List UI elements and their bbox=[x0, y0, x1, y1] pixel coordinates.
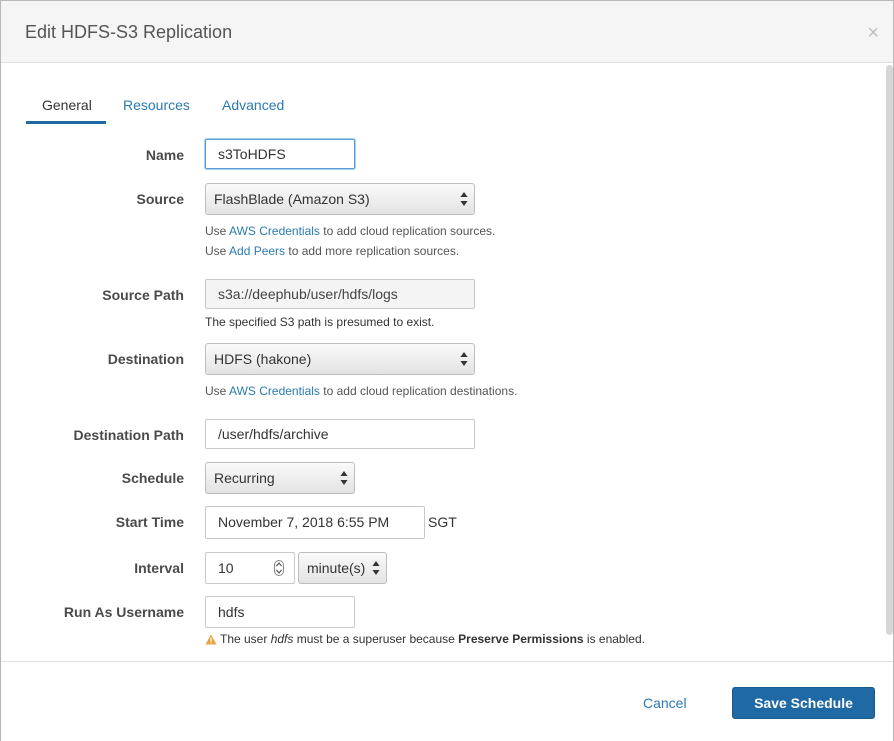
run-as-warning: The user hdfs must be a superuser becaus… bbox=[205, 632, 645, 646]
warning-username: hdfs bbox=[270, 632, 294, 646]
destination-select-value: HDFS (hakone) bbox=[214, 351, 312, 367]
close-icon[interactable]: × bbox=[867, 23, 879, 43]
dialog-footer: Cancel Save Schedule bbox=[1, 661, 893, 741]
source-path-help: The specified S3 path is presumed to exi… bbox=[205, 315, 435, 329]
tab-resources[interactable]: Resources bbox=[123, 97, 190, 113]
stepper-icon[interactable] bbox=[274, 560, 284, 576]
start-time-label: Start Time bbox=[115, 514, 184, 530]
interval-unit-value: minute(s) bbox=[307, 560, 366, 576]
schedule-select[interactable]: Recurring bbox=[205, 462, 355, 494]
destination-select[interactable]: HDFS (hakone) bbox=[205, 343, 475, 375]
edit-replication-dialog: Edit HDFS-S3 Replication × General Resou… bbox=[0, 0, 894, 741]
name-input[interactable]: s3ToHDFS bbox=[205, 139, 355, 169]
source-label: Source bbox=[136, 191, 184, 207]
destination-help: Use AWS Credentials to add cloud replica… bbox=[205, 384, 518, 398]
run-as-input[interactable]: hdfs bbox=[205, 596, 355, 628]
destination-path-label: Destination Path bbox=[73, 427, 184, 443]
interval-value: 10 bbox=[218, 560, 234, 576]
interval-input[interactable]: 10 bbox=[205, 552, 295, 584]
warning-icon bbox=[205, 634, 217, 645]
select-arrows-icon bbox=[460, 192, 468, 206]
source-help-aws: Use AWS Credentials to add cloud replica… bbox=[205, 224, 496, 238]
source-path-input[interactable]: s3a://deephub/user/hdfs/logs bbox=[205, 279, 475, 309]
schedule-select-value: Recurring bbox=[214, 470, 275, 486]
start-time-input[interactable]: November 7, 2018 6:55 PM bbox=[205, 506, 425, 539]
tab-general[interactable]: General bbox=[42, 97, 92, 113]
cancel-button[interactable]: Cancel bbox=[643, 695, 687, 711]
save-schedule-button[interactable]: Save Schedule bbox=[732, 687, 875, 719]
name-label: Name bbox=[145, 147, 184, 163]
select-arrows-icon bbox=[340, 471, 348, 485]
interval-label: Interval bbox=[134, 560, 184, 576]
preserve-permissions-text: Preserve Permissions bbox=[458, 632, 584, 646]
aws-credentials-link[interactable]: AWS Credentials bbox=[229, 224, 320, 238]
destination-path-input[interactable]: /user/hdfs/archive bbox=[205, 419, 475, 449]
tab-bar: General Resources Advanced bbox=[26, 91, 566, 127]
dialog-header: Edit HDFS-S3 Replication × bbox=[1, 1, 893, 63]
source-path-label: Source Path bbox=[102, 287, 184, 303]
source-select[interactable]: FlashBlade (Amazon S3) bbox=[205, 183, 475, 215]
run-as-label: Run As Username bbox=[63, 604, 184, 620]
destination-label: Destination bbox=[107, 351, 184, 367]
timezone-label: SGT bbox=[428, 514, 457, 530]
source-select-value: FlashBlade (Amazon S3) bbox=[214, 191, 370, 207]
tab-advanced[interactable]: Advanced bbox=[222, 97, 284, 113]
scrollbar[interactable] bbox=[886, 65, 893, 635]
interval-unit-select[interactable]: minute(s) bbox=[298, 552, 387, 584]
dialog-body: General Resources Advanced Name s3ToHDFS… bbox=[1, 63, 893, 661]
select-arrows-icon bbox=[372, 561, 380, 575]
active-tab-indicator bbox=[26, 121, 106, 124]
select-arrows-icon bbox=[460, 352, 468, 366]
aws-credentials-link[interactable]: AWS Credentials bbox=[229, 384, 320, 398]
add-peers-link[interactable]: Add Peers bbox=[229, 244, 285, 258]
source-help-peers: Use Add Peers to add more replication so… bbox=[205, 244, 460, 258]
schedule-label: Schedule bbox=[121, 470, 184, 486]
dialog-title: Edit HDFS-S3 Replication bbox=[25, 22, 233, 42]
